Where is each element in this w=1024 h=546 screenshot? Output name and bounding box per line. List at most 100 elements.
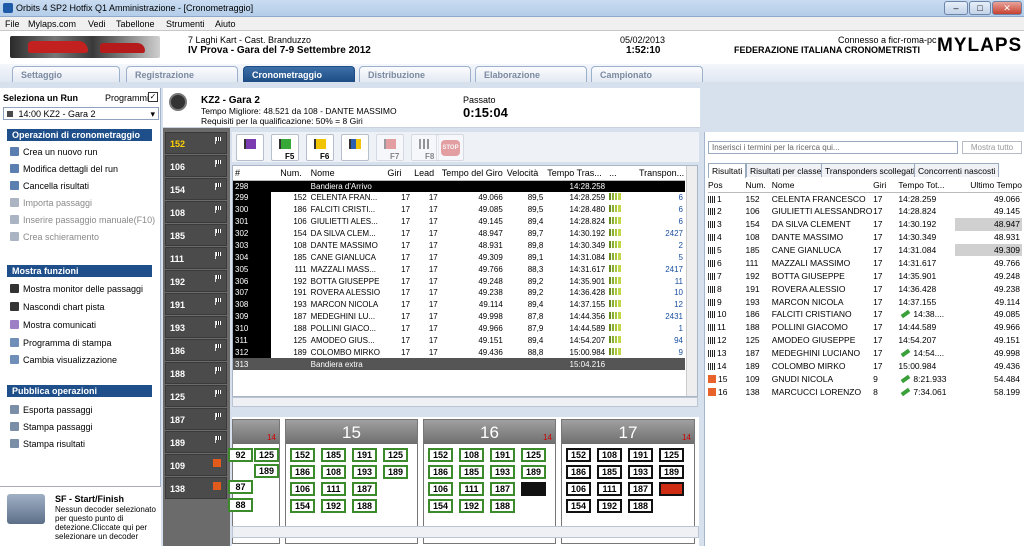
print-results-item[interactable]: Stampa risultati	[10, 439, 85, 452]
competitor-button[interactable]: 152	[165, 132, 227, 154]
show-all-button[interactable]: Mostra tutto	[962, 141, 1022, 154]
lap-cell[interactable]: 185	[321, 448, 346, 462]
lap-cell[interactable]: 88	[228, 498, 253, 512]
lap-cell[interactable]: 189	[521, 465, 546, 479]
lap-cell[interactable]: 191	[628, 448, 653, 462]
maximize-button[interactable]: □	[969, 1, 991, 15]
print-passes-item[interactable]: Stampa passaggi	[10, 422, 93, 435]
passing-row[interactable]: 308 193 MARCON NICOLA 17 17 49.114 89,4 14:37.1…	[233, 298, 685, 311]
passing-row[interactable]: 311 125 AMODEO GIUS... 17 17 49.151 89,4 14:54.…	[233, 334, 685, 347]
result-row[interactable]: 6 111 MAZZALI MASSIMO 17 14:31.617 49.766	[708, 256, 1022, 269]
lap-cell[interactable]: 87	[228, 480, 253, 494]
lap-cell[interactable]: 152	[566, 448, 591, 462]
red-flag-button[interactable]: F7	[376, 134, 404, 161]
lap-cell[interactable]: 192	[459, 499, 484, 513]
print-program-item[interactable]: Programma di stampa	[10, 338, 112, 351]
stop-button[interactable]: STOP	[436, 134, 464, 161]
col-header[interactable]: ...	[607, 166, 637, 181]
menu-tabellone[interactable]: Tabellone	[116, 19, 155, 29]
tab-elaborazione[interactable]: Elaborazione	[475, 66, 587, 82]
lap-cell[interactable]: 108	[321, 465, 346, 479]
lap-cell[interactable]: 154	[566, 499, 591, 513]
result-row[interactable]: 9 193 MARCON NICOLA 17 14:37.155 49.114	[708, 295, 1022, 308]
delete-results-item[interactable]: Cancella risultati	[10, 181, 89, 194]
col-header[interactable]: Tempo Tras...	[545, 166, 608, 181]
competitor-button[interactable]: 187	[165, 408, 227, 430]
col-header[interactable]: Giri	[873, 178, 899, 193]
lap-cell[interactable]: 108	[459, 448, 484, 462]
col-header[interactable]: Ultimo Tempo	[955, 178, 1022, 193]
show-pass-monitor-item[interactable]: Mostra monitor delle passaggi	[10, 284, 143, 297]
lap-cell[interactable]: 186	[566, 465, 591, 479]
tab-settaggio[interactable]: Settaggio	[12, 66, 120, 82]
competitor-button[interactable]: 188	[165, 362, 227, 384]
tab-risultati-classe[interactable]: Risultati per classe	[746, 163, 826, 177]
col-header[interactable]: Pos	[708, 178, 746, 193]
result-row[interactable]: 4 108 DANTE MASSIMO 17 14:30.349 48.931	[708, 231, 1022, 244]
tab-transponders[interactable]: Transponders scollegati	[821, 163, 919, 177]
result-row[interactable]: 12 125 AMODEO GIUSEPPE 17 14:54.207 49.151	[708, 334, 1022, 347]
passing-row[interactable]: 307 191 ROVERA ALESSIO 17 17 49.238 89,2 14:36.…	[233, 287, 685, 299]
lap-cell[interactable]: 186	[428, 465, 453, 479]
col-header[interactable]: Num.	[745, 178, 772, 193]
result-row[interactable]: 11 188 POLLINI GIACOMO 17 14:44.589 49.966	[708, 321, 1022, 334]
tab-cronometraggio[interactable]: Cronometraggio	[243, 66, 355, 82]
competitor-button[interactable]: 108	[165, 201, 227, 223]
competitor-button[interactable]: 138	[165, 477, 227, 499]
tab-distribuzione[interactable]: Distribuzione	[359, 66, 471, 82]
lap-cell[interactable]: 191	[490, 448, 515, 462]
passing-row[interactable]: 310 188 POLLINI GIACO... 17 17 49.966 87,9 14:4…	[233, 322, 685, 335]
competitor-button[interactable]: 185	[165, 224, 227, 246]
yellow-flag-button[interactable]: F6	[306, 134, 334, 161]
lap-cell[interactable]: 185	[459, 465, 484, 479]
lap-cell[interactable]: 152	[290, 448, 315, 462]
col-header[interactable]: Velocità	[504, 166, 546, 181]
passing-row[interactable]: 298 Bandiera d'Arrivo 14:28.258	[233, 180, 685, 192]
lap-cell[interactable]	[659, 482, 684, 496]
passing-row[interactable]: 299 152 CELENTA FRAN... 17 17 49.066 89,5 14:28…	[233, 191, 685, 204]
menu-strumenti[interactable]: Strumenti	[166, 19, 205, 29]
lap-cell[interactable]: 186	[290, 465, 315, 479]
competitor-button[interactable]: 192	[165, 270, 227, 292]
multi-flag-button[interactable]	[341, 134, 369, 161]
lap-cell[interactable]: 108	[597, 448, 622, 462]
lap-cell[interactable]: 187	[352, 482, 377, 496]
lap-cell[interactable]: 193	[352, 465, 377, 479]
passing-row[interactable]: 306 192 BOTTA GIUSEPPE 17 17 49.248 89,2 14:35.…	[233, 275, 685, 288]
lap-cell[interactable]: 154	[290, 499, 315, 513]
competitor-button[interactable]: 111	[165, 247, 227, 269]
result-row[interactable]: 7 192 BOTTA GIUSEPPE 17 14:35.901 49.248	[708, 269, 1022, 282]
manual-pass-item[interactable]: Inserire passaggio manuale(F10)	[10, 215, 155, 228]
edit-run-item[interactable]: Modifica dettagli del run	[10, 164, 118, 177]
lap-cell[interactable]: 188	[628, 499, 653, 513]
lap-cell[interactable]: 193	[490, 465, 515, 479]
competitor-button[interactable]: 189	[165, 431, 227, 453]
passing-row[interactable]: 313 Bandiera extra 15:04.216	[233, 358, 685, 371]
result-row[interactable]: 13 187 MEDEGHINI LUCIANO 17 14:54.... 49.998	[708, 347, 1022, 360]
import-passes-item[interactable]: Importa passaggi	[10, 198, 92, 211]
lap-cell[interactable]: 106	[428, 482, 453, 496]
programmi-checkbox[interactable]: ✓	[148, 92, 158, 102]
col-header[interactable]: Num.	[271, 166, 309, 181]
passing-row[interactable]: 309 187 MEDEGHINI LU... 17 17 49.998 87,8 14:44…	[233, 310, 685, 323]
lap-cell[interactable]: 193	[628, 465, 653, 479]
menu-mylaps[interactable]: Mylaps.com	[28, 19, 76, 29]
col-header[interactable]: Tempo Tot...	[898, 178, 956, 193]
menu-vedi[interactable]: Vedi	[88, 19, 106, 29]
passing-row[interactable]: 305 111 MAZZALI MASS... 17 17 49.766 88,3 14:31…	[233, 263, 685, 276]
lap-cell[interactable]: 191	[352, 448, 377, 462]
competitor-button[interactable]: 125	[165, 385, 227, 407]
col-header[interactable]: Nome	[308, 166, 386, 181]
lap-cell[interactable]: 189	[254, 464, 279, 478]
col-header[interactable]: Transpon...	[636, 166, 685, 181]
show-communications-item[interactable]: Mostra comunicati	[10, 320, 96, 333]
lap-cell[interactable]: 125	[521, 448, 546, 462]
create-grid-item[interactable]: Crea schieramento	[10, 232, 99, 245]
search-input[interactable]: Inserisci i termini per la ricerca qui..…	[708, 141, 958, 154]
competitor-button[interactable]: 106	[165, 155, 227, 177]
tab-concorrenti[interactable]: Concorrenti nascosti	[914, 163, 1000, 177]
lap-cell[interactable]: 189	[383, 465, 408, 479]
result-row[interactable]: 10 186 FALCITI CRISTIANO 17 14:38.... 49.085	[708, 308, 1022, 321]
result-row[interactable]: 8 191 ROVERA ALESSIO 17 14:36.428 49.238	[708, 282, 1022, 295]
laps-horizontal-scrollbar[interactable]	[232, 526, 699, 538]
